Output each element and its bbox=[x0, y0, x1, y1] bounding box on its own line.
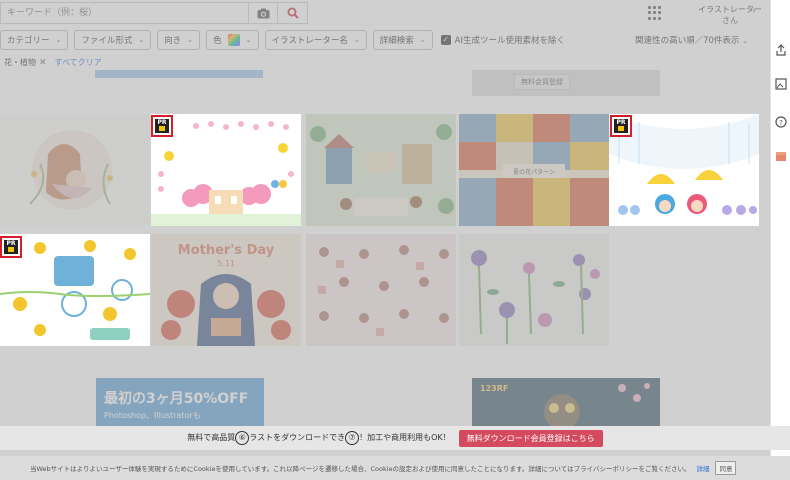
user-label-line2: さん bbox=[722, 16, 738, 25]
chevron-down-icon: ⌄ bbox=[187, 36, 194, 44]
thumbnail-mothers-day[interactable]: Mother's Day 5.11 bbox=[151, 234, 301, 346]
pr-badge: PR bbox=[610, 115, 632, 137]
pr-badge: PR bbox=[0, 236, 22, 258]
sort-dropdown[interactable]: 関連性の高い順／70件表示 ⌄ bbox=[635, 34, 748, 46]
filter-illustrator[interactable]: イラストレーター名 ⌄ bbox=[264, 30, 367, 50]
camera-icon bbox=[257, 8, 269, 18]
ad-banner-bottom-left[interactable]: 最初の3ヶ月50%OFF Photoshop、Illustratorも bbox=[96, 378, 264, 428]
thumbnail-art: 夏の花パターン bbox=[459, 114, 609, 226]
gift-icon[interactable] bbox=[775, 150, 787, 162]
step-marker-7: ⑦ bbox=[345, 431, 360, 445]
banner-headline: 最初の3ヶ月50%OFF bbox=[104, 391, 249, 407]
thumbnail-art bbox=[151, 114, 301, 226]
ai-exclude-checkbox[interactable]: ✓ AI生成ツール使用素材を除く bbox=[440, 30, 565, 50]
search-icon bbox=[287, 7, 299, 19]
cookie-agree-button[interactable]: 同意 bbox=[715, 461, 737, 475]
chevron-down-icon: ⌄ bbox=[419, 36, 426, 44]
step-marker-6: ⑥ bbox=[235, 431, 250, 445]
active-filters: 花・植物 ✕ すべてクリア bbox=[4, 57, 102, 68]
search-button[interactable] bbox=[278, 2, 308, 24]
svg-text:?: ? bbox=[779, 119, 783, 127]
camera-search-button[interactable] bbox=[248, 2, 278, 24]
thumbnail-art bbox=[459, 234, 609, 346]
image-icon[interactable] bbox=[775, 78, 787, 90]
owl-image bbox=[544, 383, 650, 428]
clear-all-link[interactable]: すべてクリア bbox=[55, 57, 102, 68]
filter-chip[interactable]: 花・植物 ✕ bbox=[4, 57, 47, 68]
pr-icon: PR bbox=[155, 119, 169, 133]
filter-bar: カテゴリー ⌄ ファイル形式 ⌄ 向き ⌄ 色 ⌄ イラストレーター名 ⌄ 詳細検索 ⌄ ✓… bbox=[0, 30, 565, 50]
thumbnail-subcaption: 5.11 bbox=[217, 259, 235, 268]
share-icon[interactable] bbox=[775, 44, 787, 56]
right-rail: ? bbox=[770, 0, 790, 480]
thumbnail-pink-pattern[interactable] bbox=[306, 234, 456, 346]
help-icon[interactable]: ? bbox=[775, 116, 787, 128]
thumbnail-caption: 夏の花パターン bbox=[513, 168, 555, 176]
cookie-details-link[interactable]: 詳細 bbox=[696, 463, 709, 473]
color-swatch-icon bbox=[227, 34, 240, 46]
chevron-down-icon: ⌄ bbox=[245, 36, 252, 44]
close-icon[interactable]: ✕ bbox=[39, 58, 47, 68]
page: イラストレーター さん › カテゴリー⌄ ファイル形式⌄ 向き⌄ 色⌄ イラスト… bbox=[0, 0, 770, 480]
thumbnail-mother-and-child[interactable] bbox=[0, 114, 150, 226]
chevron-down-icon: ⌄ bbox=[138, 36, 145, 44]
chevron-down-icon: ⌄ bbox=[353, 36, 360, 44]
thumbnail-art bbox=[29, 130, 113, 210]
user-label-line1: イラストレーター bbox=[698, 5, 762, 14]
user-menu[interactable]: イラストレーター さん bbox=[690, 4, 770, 26]
checkmark-icon: ✓ bbox=[440, 35, 451, 45]
search-input[interactable] bbox=[0, 2, 248, 24]
thumbnail-art: Mother's Day 5.11 bbox=[151, 234, 301, 346]
pr-icon: PR bbox=[614, 119, 628, 133]
thumbnail-art bbox=[306, 114, 456, 226]
thumbnail-art bbox=[306, 234, 456, 346]
thumbnail-spring-frame-flowers-highlight[interactable] bbox=[151, 114, 301, 226]
cookie-bar: 当Webサイトはよりよいユーザー体験を実現するためにCookieを使用しています… bbox=[0, 456, 790, 480]
banner-subline: Photoshop、Illustratorも bbox=[104, 411, 201, 420]
filter-advanced[interactable]: 詳細検索 ⌄ bbox=[372, 30, 433, 50]
banner-label: 無料会員登録 bbox=[514, 74, 570, 90]
chevron-down-icon: ⌄ bbox=[742, 37, 748, 45]
thumbnail-purple-flowers[interactable] bbox=[459, 234, 609, 346]
search-bar bbox=[0, 2, 308, 24]
pr-badge: PR bbox=[151, 115, 173, 137]
filter-file-format[interactable]: ファイル形式 ⌄ bbox=[74, 30, 152, 50]
thumbnail-art bbox=[0, 234, 150, 346]
apps-grid-icon[interactable] bbox=[648, 6, 662, 20]
promo-text: 無料で高品質 ⑥ ラストをダウンロードでき ⑦ ！加工や商用利用もOK！ bbox=[187, 431, 451, 445]
thumbnail-flower-pattern[interactable]: 夏の花パターン bbox=[459, 114, 609, 226]
pr-icon: PR bbox=[4, 240, 18, 254]
promo-bar: 無料で高品質 ⑥ ラストをダウンロードでき ⑦ ！加工や商用利用もOK！ 無料ダウンロー… bbox=[0, 426, 790, 450]
chevron-down-icon: ⌄ bbox=[55, 36, 62, 44]
filter-color[interactable]: 色 ⌄ bbox=[206, 30, 259, 50]
chevron-right-icon[interactable]: › bbox=[752, 6, 756, 16]
ad-banner-bottom-right[interactable]: 123RF bbox=[472, 378, 660, 428]
thumbnail-caption: Mother's Day bbox=[178, 243, 275, 258]
cookie-text: 当Webサイトはよりよいユーザー体験を実現するためにCookieを使用しています… bbox=[30, 465, 691, 473]
filter-category[interactable]: カテゴリー ⌄ bbox=[0, 30, 69, 50]
signup-button[interactable]: 無料ダウンロード会員登録はこちら bbox=[458, 429, 603, 447]
thumbnail-yellow-flowers-set-highlight[interactable] bbox=[0, 234, 150, 346]
filter-orientation[interactable]: 向き ⌄ bbox=[157, 30, 201, 50]
thumbnail-town-animals[interactable] bbox=[306, 114, 456, 226]
ad-banner-top-right[interactable]: 無料会員登録 bbox=[472, 70, 660, 96]
ad-banner-top-left[interactable] bbox=[95, 70, 263, 78]
